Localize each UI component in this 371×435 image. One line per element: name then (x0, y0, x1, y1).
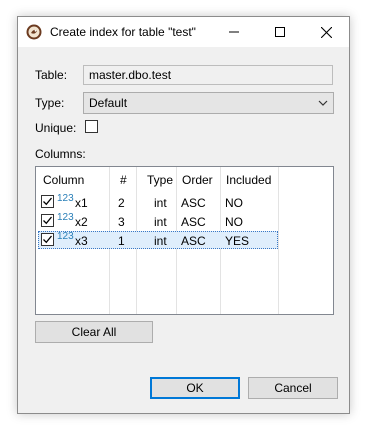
maximize-button[interactable] (257, 17, 303, 47)
title-bar[interactable]: Create index for table "test" (18, 17, 349, 47)
type-select-value: Default (89, 96, 128, 110)
numeric-type-icon: 123 (57, 212, 74, 223)
column-order[interactable]: ASC (181, 196, 206, 210)
column-position: 3 (118, 215, 125, 229)
column-position: 2 (118, 196, 125, 210)
header-included[interactable]: Included (226, 173, 271, 187)
numeric-type-icon: 123 (57, 193, 74, 204)
unique-checkbox[interactable] (85, 120, 98, 133)
close-button[interactable] (303, 17, 349, 47)
column-name: x1 (75, 196, 88, 210)
column-order[interactable]: ASC (181, 215, 206, 229)
column-divider (278, 167, 279, 314)
column-name: x2 (75, 215, 88, 229)
table-row[interactable]: 123 x1 2 int ASC NO (38, 193, 278, 211)
table-field: master.dbo.test (83, 65, 333, 85)
columns-label: Columns: (35, 147, 86, 161)
type-label: Type: (35, 96, 65, 110)
columns-list[interactable]: Column # Type Order Included 123 x1 2 in… (35, 166, 334, 315)
row-checkbox[interactable] (41, 214, 54, 227)
dialog-window: Create index for table "test" Table: mas… (17, 16, 350, 414)
column-included[interactable]: YES (225, 234, 249, 248)
row-checkbox[interactable] (41, 195, 54, 208)
ok-button[interactable]: OK (150, 377, 240, 399)
table-row[interactable]: 123 x2 3 int ASC NO (38, 212, 278, 230)
column-order[interactable]: ASC (181, 234, 206, 248)
column-type: int (154, 196, 167, 210)
column-type: int (154, 215, 167, 229)
column-position: 1 (118, 234, 125, 248)
table-label: Table: (35, 68, 68, 82)
app-logo-icon (26, 24, 42, 40)
type-select[interactable]: Default (83, 92, 334, 114)
header-type[interactable]: Type (147, 173, 173, 187)
column-included[interactable]: NO (225, 215, 243, 229)
column-name: x3 (75, 234, 88, 248)
column-type: int (154, 234, 167, 248)
check-icon (43, 235, 53, 244)
chevron-down-icon (318, 100, 328, 106)
check-icon (43, 216, 53, 225)
header-column[interactable]: Column (43, 173, 84, 187)
table-row-selected[interactable]: 123 x3 1 int ASC YES (38, 231, 278, 249)
row-checkbox[interactable] (41, 233, 54, 246)
header-index[interactable]: # (120, 173, 127, 187)
close-icon (320, 26, 332, 38)
clear-all-button[interactable]: Clear All (35, 321, 153, 343)
minimize-button[interactable] (211, 17, 257, 47)
column-included[interactable]: NO (225, 196, 243, 210)
unique-label: Unique: (35, 121, 77, 135)
cancel-button[interactable]: Cancel (248, 377, 338, 399)
check-icon (43, 197, 53, 206)
header-order[interactable]: Order (182, 173, 213, 187)
numeric-type-icon: 123 (57, 231, 74, 242)
dialog-title: Create index for table "test" (50, 25, 196, 39)
